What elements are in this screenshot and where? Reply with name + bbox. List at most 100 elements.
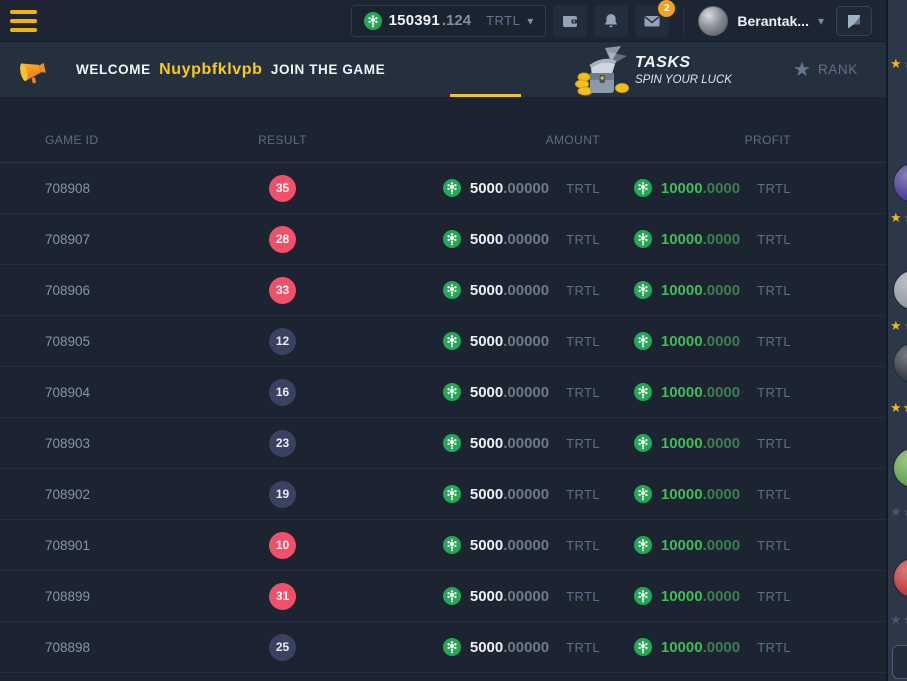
profit-decimals: .0000 (703, 588, 741, 605)
coin-icon (443, 230, 461, 248)
coin-icon (443, 638, 461, 656)
result-cell: 31 (205, 583, 360, 610)
bell-icon (602, 12, 620, 30)
amount-value: 5000 (470, 180, 503, 197)
game-id-cell: 708906 (45, 283, 205, 298)
hamburger-menu-button[interactable] (10, 8, 40, 34)
amount-currency: TRTL (566, 589, 600, 604)
table-row: 708898 25 5000 .00000 TRTL 10000 .0000 T… (0, 622, 886, 673)
amount-currency: TRTL (566, 232, 600, 247)
coin-icon (634, 485, 652, 503)
coin-icon (634, 230, 652, 248)
coin-icon (443, 434, 461, 452)
chevron-down-icon: ▾ (818, 15, 824, 27)
table-row: 708904 16 5000 .00000 TRTL 10000 .0000 T… (0, 367, 886, 418)
coin-icon (443, 281, 461, 299)
profit-currency: TRTL (757, 181, 791, 196)
profit-currency: TRTL (757, 538, 791, 553)
amount-currency: TRTL (566, 181, 600, 196)
table-row: 708907 28 5000 .00000 TRTL 10000 .0000 T… (0, 214, 886, 265)
profit-decimals: .0000 (703, 231, 741, 248)
profit-value: 10000 (661, 384, 703, 401)
profit-value: 10000 (661, 435, 703, 452)
profit-cell: 10000 .0000 TRTL (600, 587, 841, 605)
amount-currency: TRTL (566, 640, 600, 655)
coin-icon (634, 536, 652, 554)
welcome-message: WELCOME Nuypbfklvpb JOIN THE GAME (76, 61, 385, 79)
profit-decimals: .0000 (703, 180, 741, 197)
table-body: 708908 35 5000 .00000 TRTL 10000 .0000 T… (0, 163, 886, 673)
star-icon: ★ (793, 60, 811, 80)
amount-currency: TRTL (566, 487, 600, 502)
chevron-down-icon: ▾ (527, 15, 533, 27)
amount-value: 5000 (470, 435, 503, 452)
chat-user-avatar[interactable] (893, 343, 907, 383)
user-menu[interactable]: Berantak... ▾ (698, 6, 824, 36)
amount-decimals: .00000 (503, 588, 549, 605)
header-game-id: GAME ID (45, 133, 205, 147)
result-cell: 16 (205, 379, 360, 406)
profit-currency: TRTL (757, 385, 791, 400)
amount-cell: 5000 .00000 TRTL (360, 587, 600, 605)
profit-value: 10000 (661, 486, 703, 503)
mail-badge: 2 (658, 0, 675, 17)
coin-icon (443, 536, 461, 554)
coin-icon (634, 638, 652, 656)
hamburger-bar (10, 10, 37, 14)
profit-cell: 10000 .0000 TRTL (600, 383, 841, 401)
wallet-icon (561, 12, 579, 30)
amount-decimals: .00000 (503, 486, 549, 503)
messages-button[interactable]: 2 (635, 5, 669, 37)
result-badge: 31 (269, 583, 296, 610)
amount-value: 5000 (470, 639, 503, 656)
welcome-prefix: WELCOME (76, 62, 151, 77)
result-cell: 19 (205, 481, 360, 508)
coin-icon (634, 332, 652, 350)
profit-cell: 10000 .0000 TRTL (600, 536, 841, 554)
rank-label: RANK (818, 62, 858, 77)
amount-currency: TRTL (566, 538, 600, 553)
table-row: 708899 31 5000 .00000 TRTL 10000 .0000 T… (0, 571, 886, 622)
star-icon: ★ (903, 318, 907, 333)
tasks-title: TASKS (635, 54, 732, 72)
star-icon: ★ (903, 504, 907, 519)
star-icon: ★ (903, 612, 907, 627)
notifications-button[interactable] (594, 5, 628, 37)
chat-input[interactable] (892, 645, 907, 679)
balance-amount: 150391 (389, 12, 440, 29)
profit-cell: 10000 .0000 TRTL (600, 179, 841, 197)
coin-icon (634, 281, 652, 299)
result-cell: 28 (205, 226, 360, 253)
coin-icon (443, 587, 461, 605)
chat-user-avatar[interactable] (893, 163, 907, 203)
amount-decimals: .00000 (503, 639, 549, 656)
hamburger-bar (10, 19, 37, 23)
amount-value: 5000 (470, 231, 503, 248)
rank-button[interactable]: ★ RANK (793, 42, 858, 97)
mail-icon (643, 12, 661, 30)
chat-toggle-button[interactable] (836, 6, 872, 36)
tasks-banner[interactable]: TASKS SPIN YOUR LUCK (575, 42, 732, 97)
result-cell: 33 (205, 277, 360, 304)
star-icon: ★ (903, 210, 907, 225)
table-header: GAME ID RESULT AMOUNT PROFIT (0, 97, 886, 163)
game-history-table: GAME ID RESULT AMOUNT PROFIT 708908 35 5… (0, 97, 886, 681)
promo-banner: WELCOME Nuypbfklvpb JOIN THE GAME (0, 42, 886, 97)
profit-value: 10000 (661, 231, 703, 248)
amount-decimals: .00000 (503, 180, 549, 197)
username: Berantak... (737, 13, 809, 29)
chat-user-avatar[interactable] (893, 270, 907, 310)
star-icon: ★ (903, 56, 907, 71)
table-row: 708902 19 5000 .00000 TRTL 10000 .0000 T… (0, 469, 886, 520)
header-profit: PROFIT (600, 133, 841, 147)
amount-decimals: .00000 (503, 537, 549, 554)
topbar-divider (683, 8, 684, 34)
balance-selector[interactable]: 150391 .124 TRTL ▾ (351, 5, 547, 37)
result-badge: 33 (269, 277, 296, 304)
table-row: 708906 33 5000 .00000 TRTL 10000 .0000 T… (0, 265, 886, 316)
chat-user-avatar[interactable] (893, 448, 907, 488)
wallet-button[interactable] (553, 5, 587, 37)
hamburger-bar (10, 28, 37, 32)
game-id-cell: 708908 (45, 181, 205, 196)
chat-user-avatar[interactable] (893, 558, 907, 598)
